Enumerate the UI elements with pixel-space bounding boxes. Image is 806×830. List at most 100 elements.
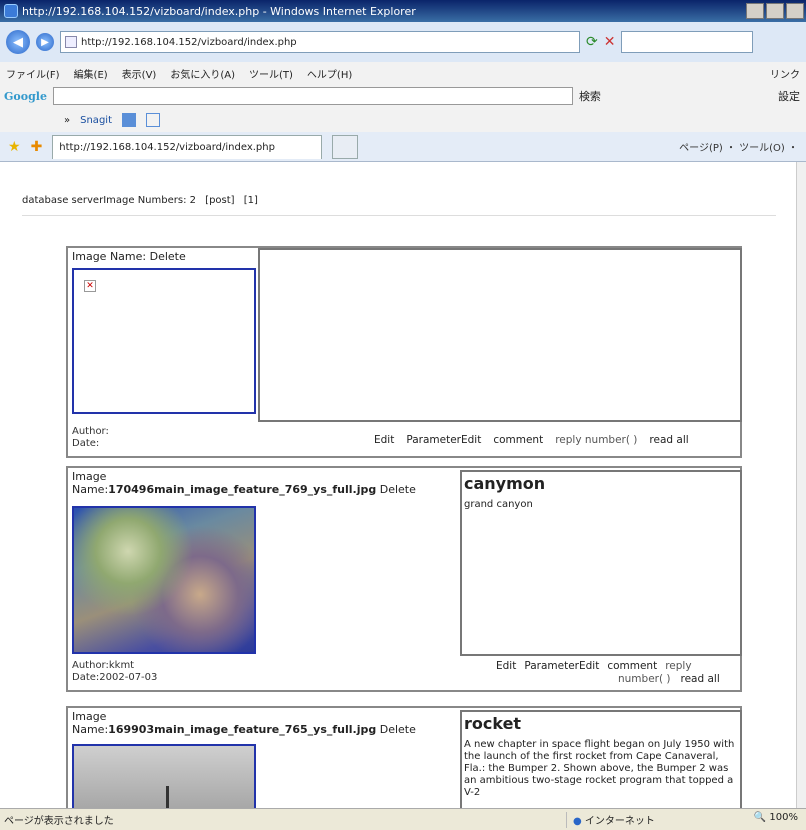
canyon-photo xyxy=(74,508,254,652)
page-icon xyxy=(65,36,77,48)
menu-view[interactable]: 表示(V) xyxy=(122,66,157,81)
menu-file[interactable]: ファイル(F) xyxy=(6,66,60,81)
globe-icon: ● xyxy=(573,816,582,827)
post-card: Image Name:170496main_image_feature_769_… xyxy=(66,466,742,692)
google-logo: Google xyxy=(4,89,47,103)
back-button[interactable]: ◀ xyxy=(6,30,30,54)
post-body: canymon grand canyon xyxy=(460,470,742,656)
reply-number-link[interactable]: reply number( ) xyxy=(555,434,637,446)
zoom-level[interactable]: 🔍 100% xyxy=(754,812,798,823)
google-search-button[interactable]: 検索 xyxy=(579,88,601,104)
status-text: ページが表示されました xyxy=(4,816,114,827)
menu-tools[interactable]: ツール(T) xyxy=(249,66,293,81)
title-bar: http://192.168.104.152/vizboard/index.ph… xyxy=(0,0,806,22)
post-meta: Author:kkmt Date:2002-07-03 xyxy=(72,660,157,684)
links-menu[interactable]: リンク xyxy=(770,66,800,81)
new-tab-button[interactable] xyxy=(332,134,359,159)
image-name-label: Name: xyxy=(72,483,109,496)
image-thumbnail[interactable] xyxy=(72,506,256,654)
browser-window: http://192.168.104.152/vizboard/index.ph… xyxy=(0,0,806,830)
image-label: Image xyxy=(72,470,107,483)
post-title: canymon xyxy=(464,474,546,493)
divider xyxy=(22,215,776,216)
refresh-icon[interactable]: ⟳ xyxy=(586,34,598,50)
tab-row: ★ ✚ http://192.168.104.152/vizboard/inde… xyxy=(0,132,806,162)
page-link[interactable]: [1] xyxy=(244,195,258,206)
image-thumbnail[interactable] xyxy=(72,744,256,808)
post-body: rocket A new chapter in space flight beg… xyxy=(460,710,742,808)
ie-icon xyxy=(4,4,18,18)
stop-icon[interactable]: ✕ xyxy=(604,34,616,50)
post-link[interactable]: [post] xyxy=(205,195,234,206)
menu-favorites[interactable]: お気に入り(A) xyxy=(170,66,235,81)
reply-link[interactable]: reply xyxy=(665,660,691,672)
image-info: Image Name:169903main_image_feature_765_… xyxy=(72,710,462,736)
image-thumbnail[interactable]: ✕ xyxy=(72,268,256,414)
delete-link[interactable]: Delete xyxy=(150,250,186,263)
add-favorite-icon[interactable]: ✚ xyxy=(31,139,43,155)
address-bar[interactable]: http://192.168.104.152/vizboard/index.ph… xyxy=(60,31,580,53)
google-search-input[interactable] xyxy=(52,87,573,105)
address-toolbar: ◀ ▶ http://192.168.104.152/vizboard/inde… xyxy=(0,22,806,62)
image-info: Image Name: Delete xyxy=(72,250,258,263)
parameter-edit-link[interactable]: ParameterEdit xyxy=(524,660,599,672)
google-settings[interactable]: 設定 xyxy=(778,88,800,104)
minimize-button[interactable] xyxy=(746,3,764,19)
image-name-label: Image Name: xyxy=(72,250,147,263)
post-meta: Author: Date: xyxy=(72,426,109,450)
window-icon[interactable] xyxy=(146,113,160,127)
security-zone: ● インターネット xyxy=(566,812,732,828)
post-actions-row2: number( ) read all xyxy=(618,673,720,685)
read-all-link[interactable]: read all xyxy=(681,673,720,685)
menu-edit[interactable]: 編集(E) xyxy=(74,66,108,81)
close-button[interactable] xyxy=(786,3,804,19)
tab-current[interactable]: http://192.168.104.152/vizboard/index.ph… xyxy=(52,134,323,159)
edit-link[interactable]: Edit xyxy=(496,660,516,672)
maximize-button[interactable] xyxy=(766,3,784,19)
date-label: Date: xyxy=(72,438,100,449)
delete-link[interactable]: Delete xyxy=(380,723,416,736)
image-name-label: Name: xyxy=(72,723,109,736)
page-content: database serverImage Numbers: 2 [post] [… xyxy=(0,162,796,808)
image-filename: 169903main_image_feature_765_ys_full.jpg xyxy=(108,723,377,736)
snagit-icon[interactable] xyxy=(122,113,136,127)
snagit-button[interactable]: Snagit xyxy=(80,115,112,126)
parameter-edit-link[interactable]: ParameterEdit xyxy=(406,434,481,446)
post-text: A new chapter in space flight began on J… xyxy=(464,739,735,798)
chevron-icon[interactable]: » xyxy=(64,115,70,126)
edit-link[interactable]: Edit xyxy=(374,434,394,446)
menu-help[interactable]: ヘルプ(H) xyxy=(307,66,352,81)
comment-link[interactable]: comment xyxy=(607,660,657,672)
post-title: rocket xyxy=(464,714,522,733)
forward-button[interactable]: ▶ xyxy=(36,33,54,51)
image-filename: 170496main_image_feature_769_ys_full.jpg xyxy=(108,483,377,496)
board-header: database serverImage Numbers: 2 [post] [… xyxy=(22,195,264,206)
image-label: Image xyxy=(72,710,107,723)
post-actions: Edit ParameterEdit comment reply xyxy=(496,660,692,672)
search-box[interactable] xyxy=(621,31,754,53)
date-label: Date:2002-07-03 xyxy=(72,672,158,683)
comment-link[interactable]: comment xyxy=(493,434,543,446)
status-bar: ページが表示されました ● インターネット 🔍 100% xyxy=(0,808,806,830)
zone-label: インターネット xyxy=(584,816,655,827)
post-card: Image Name: Delete ✕ Author: Date: Edit … xyxy=(66,246,742,458)
vertical-scrollbar[interactable] xyxy=(796,162,806,808)
rocket-photo xyxy=(74,746,254,808)
reply-number-link[interactable]: number( ) xyxy=(618,673,671,685)
delete-link[interactable]: Delete xyxy=(380,483,416,496)
links-bar: » Snagit xyxy=(0,108,806,132)
post-actions: Edit ParameterEdit comment reply number(… xyxy=(374,434,689,446)
window-title: http://192.168.104.152/vizboard/index.ph… xyxy=(22,4,416,18)
google-toolbar: Google 検索 設定 xyxy=(0,84,806,108)
command-bar[interactable]: ページ(P) ・ ツール(O) ・ xyxy=(679,139,798,154)
post-body xyxy=(258,248,742,422)
menu-bar: ファイル(F) 編集(E) 表示(V) お気に入り(A) ツール(T) ヘルプ(… xyxy=(0,62,806,84)
read-all-link[interactable]: read all xyxy=(649,434,688,446)
window-controls xyxy=(746,3,804,19)
author-label: Author: xyxy=(72,426,109,437)
favorites-star-icon[interactable]: ★ xyxy=(8,139,21,155)
address-text: http://192.168.104.152/vizboard/index.ph… xyxy=(81,36,297,48)
author-label: Author:kkmt xyxy=(72,660,135,671)
header-text: database serverImage Numbers: 2 xyxy=(22,195,196,206)
tab-title: http://192.168.104.152/vizboard/index.ph… xyxy=(59,141,275,153)
